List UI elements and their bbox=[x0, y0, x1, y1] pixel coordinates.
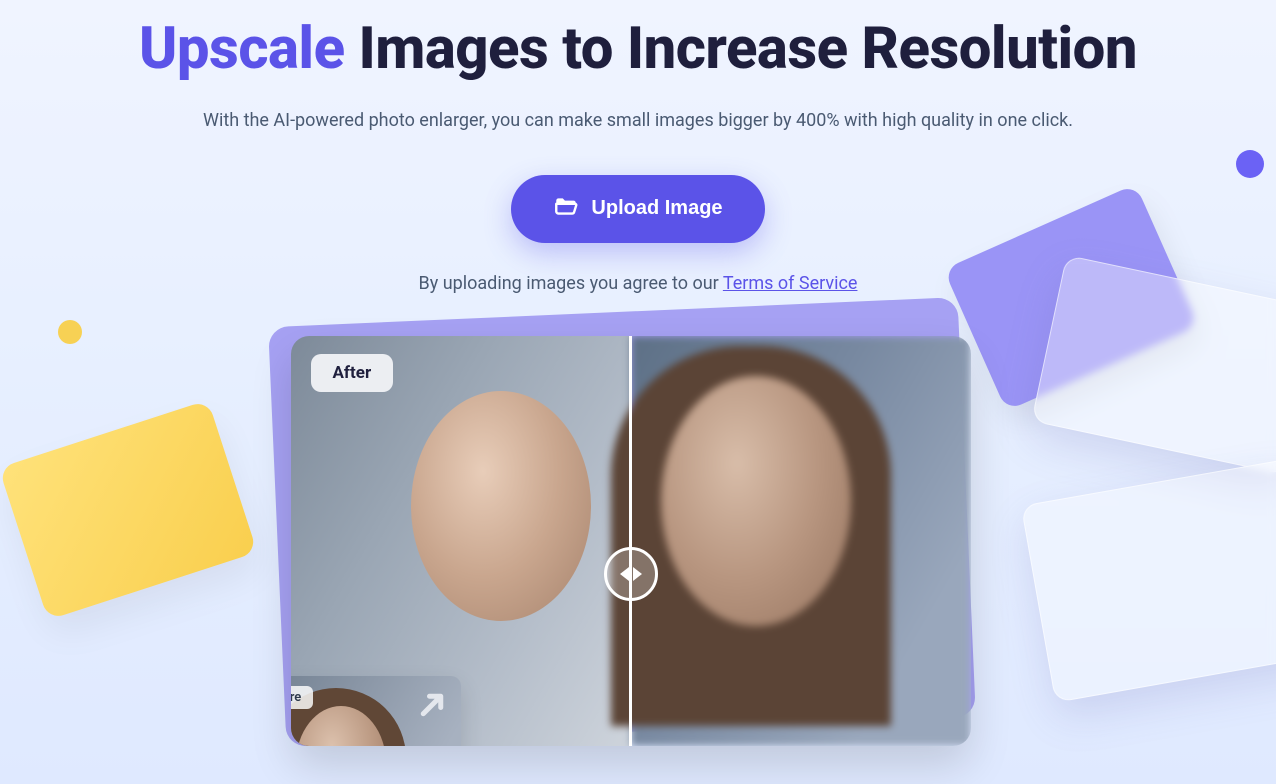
upload-button-label: Upload Image bbox=[591, 197, 722, 220]
folder-open-icon bbox=[553, 193, 579, 225]
compare-divider[interactable] bbox=[629, 336, 632, 746]
page-title-accent: Upscale bbox=[139, 15, 345, 83]
terms-prefix: By uploading images you agree to our bbox=[419, 273, 723, 294]
compare-viewer[interactable]: After Before bbox=[291, 336, 971, 746]
compare-handle[interactable] bbox=[604, 547, 658, 601]
page-title-rest: Images to Increase Resolution bbox=[359, 15, 1137, 83]
compare-before-side bbox=[631, 336, 971, 746]
after-badge: After bbox=[311, 354, 394, 392]
expand-arrow-icon bbox=[417, 690, 447, 720]
before-thumbnail[interactable]: Before bbox=[291, 676, 461, 746]
upload-image-button[interactable]: Upload Image bbox=[511, 175, 764, 243]
compare-section: After Before bbox=[291, 336, 986, 746]
page-title: Upscale Images to Increase Resolution bbox=[0, 18, 1276, 82]
page-subtitle: With the AI-powered photo enlarger, you … bbox=[0, 110, 1276, 131]
terms-link[interactable]: Terms of Service bbox=[723, 273, 858, 294]
terms-text: By uploading images you agree to our Ter… bbox=[0, 273, 1276, 294]
before-badge: Before bbox=[291, 686, 314, 709]
